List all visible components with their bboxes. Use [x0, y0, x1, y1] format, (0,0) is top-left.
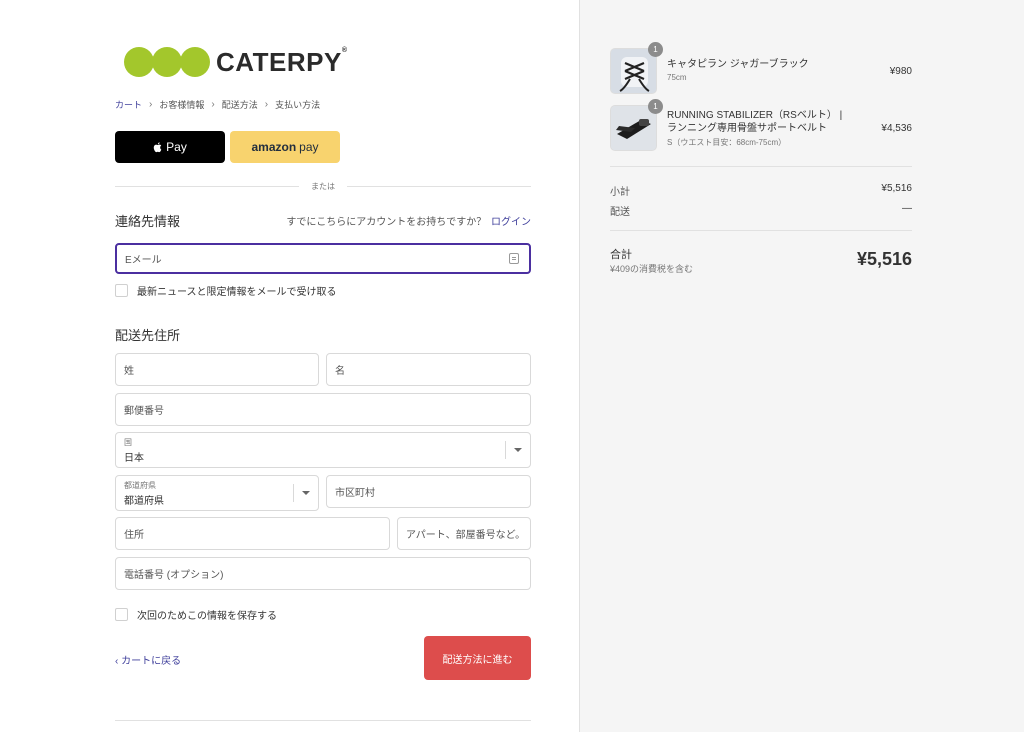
- product-variant: S（ウエスト目安：68cm-75cm）: [667, 138, 787, 147]
- email-field[interactable]: Eメール: [115, 243, 531, 274]
- apartment-placeholder: アパート、部屋番号など。: [406, 530, 526, 541]
- logo-circle: [152, 47, 182, 77]
- chevron-down-icon: [293, 484, 318, 502]
- logo-wordmark: CATERPY®: [216, 46, 348, 77]
- checkbox-box[interactable]: [115, 608, 128, 621]
- newsletter-checkbox[interactable]: 最新ニュースと限定情報をメールで受け取る: [115, 283, 337, 298]
- save-info-label: 次回のためこの情報を保存する: [137, 611, 277, 622]
- country-value: 日本: [124, 452, 144, 464]
- product-name: キャタピラン ジャガーブラック: [667, 59, 809, 70]
- apple-pay-button[interactable]: Pay: [115, 131, 225, 163]
- login-link[interactable]: ログイン: [491, 217, 531, 228]
- belt-image: [611, 106, 656, 150]
- last-name-placeholder: 姓: [124, 366, 134, 377]
- first-name-field[interactable]: 名: [326, 353, 531, 386]
- continue-to-shipping-button[interactable]: 配送方法に進む: [424, 636, 531, 680]
- back-to-cart-label: カートに戻る: [121, 656, 182, 667]
- amazon-pay-button[interactable]: amazon pay: [230, 131, 340, 163]
- country-label: 国: [124, 437, 132, 447]
- total-value: ¥5,516: [856, 249, 912, 269]
- cart-item: 1 RUNNING STABILIZER（RSベルト） | ランニング専用骨盤サ…: [610, 99, 912, 155]
- subtotal-row: 小計 ¥5,516: [610, 183, 912, 198]
- city-placeholder: 市区町村: [335, 488, 375, 499]
- tax-note: ¥409の消費税を含む: [610, 264, 694, 274]
- apple-icon: [153, 142, 162, 153]
- divider: [610, 230, 912, 231]
- back-to-cart-link[interactable]: ‹ カートに戻る: [115, 652, 181, 667]
- product-price: ¥980: [889, 66, 912, 77]
- divider: [610, 166, 912, 167]
- continue-label: 配送方法に進む: [442, 654, 513, 666]
- cart-item: 1 キャタピラン ジャガーブラック 75cm ¥980: [610, 42, 912, 98]
- quantity-badge: 1: [648, 99, 663, 114]
- shipping-row: 配送 —: [610, 203, 912, 218]
- product-name: RUNNING STABILIZER（RSベルト） | ランニング専用骨盤サポー…: [667, 110, 843, 134]
- prefecture-value: 都道府県: [124, 495, 164, 507]
- quantity-badge: 1: [648, 42, 663, 57]
- checkout-main: CATERPY® カート › お客様情報 › 配送方法 › 支払い方法 Pay …: [0, 0, 579, 732]
- postal-code-field[interactable]: 郵便番号: [115, 393, 531, 426]
- last-name-field[interactable]: 姓: [115, 353, 319, 386]
- contact-section-title: 連絡先情報: [115, 214, 181, 229]
- postal-code-placeholder: 郵便番号: [124, 406, 164, 417]
- phone-field[interactable]: 電話番号 (オプション): [115, 557, 531, 590]
- address-field[interactable]: 住所: [115, 517, 390, 550]
- email-placeholder: Eメール: [125, 255, 162, 266]
- breadcrumb: カート › お客様情報 › 配送方法 › 支払い方法: [115, 98, 320, 111]
- caterpy-logo[interactable]: CATERPY®: [124, 45, 347, 79]
- login-question: すでにこちらにアカウントをお持ちですか？: [286, 217, 487, 228]
- breadcrumb-cart[interactable]: カート: [115, 98, 142, 111]
- shoelace-image: [611, 49, 656, 93]
- city-field[interactable]: 市区町村: [326, 475, 531, 508]
- newsletter-label: 最新ニュースと限定情報をメールで受け取る: [137, 287, 337, 298]
- breadcrumb-shipping-method: 配送方法: [221, 100, 258, 110]
- subtotal-value: ¥5,516: [881, 183, 912, 194]
- phone-placeholder: 電話番号 (オプション): [124, 570, 224, 581]
- shipping-label: 配送: [610, 207, 630, 218]
- checkbox-box[interactable]: [115, 284, 128, 297]
- login-prompt: すでにこちらにアカウントをお持ちですか？ ログイン: [286, 213, 531, 228]
- amazon-pay-brand: amazon: [251, 140, 297, 154]
- country-select[interactable]: 国 日本: [115, 432, 531, 468]
- product-variant: 75cm: [667, 73, 687, 82]
- save-info-checkbox[interactable]: 次回のためこの情報を保存する: [115, 607, 277, 622]
- shipping-value: —: [902, 203, 912, 214]
- prefecture-label: 都道府県: [124, 480, 156, 490]
- chevron-right-icon: ›: [264, 99, 269, 110]
- divider: [115, 720, 531, 721]
- amazon-pay-label: pay: [299, 140, 319, 154]
- breadcrumb-customer-info: お客様情報: [159, 100, 205, 110]
- total-label: 合計: [610, 249, 632, 261]
- prefecture-select[interactable]: 都道府県 都道府県: [115, 475, 319, 511]
- subtotal-label: 小計: [610, 187, 630, 198]
- apartment-field[interactable]: アパート、部屋番号など。: [397, 517, 531, 550]
- apple-pay-label: Pay: [166, 140, 187, 154]
- logo-circle: [180, 47, 210, 77]
- chevron-right-icon: ›: [149, 99, 153, 110]
- chevron-right-icon: ›: [211, 99, 215, 110]
- breadcrumb-payment: 支払い方法: [275, 100, 321, 110]
- or-divider-text: または: [299, 181, 347, 192]
- product-price: ¥4,536: [881, 123, 912, 134]
- logo-circle: [124, 47, 154, 77]
- first-name-placeholder: 名: [335, 366, 345, 377]
- contact-card-icon: [509, 253, 519, 264]
- address-placeholder: 住所: [124, 530, 144, 541]
- shipping-section-title: 配送先住所: [115, 328, 181, 343]
- chevron-down-icon: [505, 441, 530, 459]
